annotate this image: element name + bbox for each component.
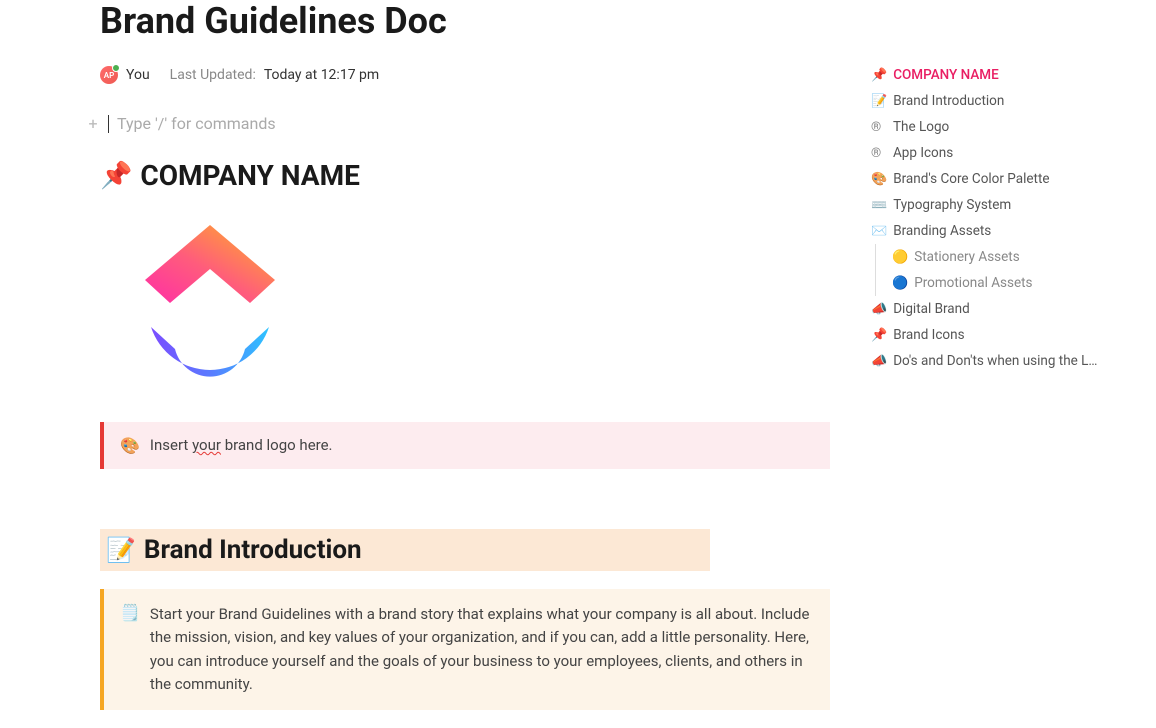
notepad-icon: 🗒️ bbox=[120, 603, 140, 622]
outline-item-label: The Logo bbox=[893, 119, 949, 135]
logo-callout-text: Insert your brand logo here. bbox=[150, 436, 333, 454]
outline-item-icon: ® bbox=[871, 120, 887, 135]
outline-item-label: Do's and Don'ts when using the L… bbox=[893, 353, 1097, 369]
section-brand-intro-title: Brand Introduction bbox=[144, 535, 362, 565]
outline-item-icon: 📣 bbox=[871, 302, 887, 317]
plus-icon[interactable]: + bbox=[86, 114, 100, 133]
outline-item-3[interactable]: ® App Icons bbox=[871, 140, 1141, 166]
updated-label: Last Updated: bbox=[170, 67, 256, 83]
outline-item-label: Promotional Assets bbox=[914, 275, 1032, 291]
author-avatar[interactable]: AP bbox=[100, 66, 118, 84]
outline-item-icon: 📌 bbox=[871, 328, 887, 343]
outline-item-icon: 🔵 bbox=[892, 276, 908, 291]
updated-time: Today at 12:17 pm bbox=[264, 67, 379, 83]
brand-intro-callout-text: Start your Brand Guidelines with a brand… bbox=[150, 603, 814, 696]
author-label: You bbox=[126, 67, 150, 83]
outline-item-icon: ⌨️ bbox=[871, 198, 887, 213]
outline-item-label: COMPANY NAME bbox=[893, 67, 999, 83]
outline-item-4[interactable]: 🎨 Brand's Core Color Palette bbox=[871, 166, 1141, 192]
section-brand-intro-heading[interactable]: 📝 Brand Introduction bbox=[100, 529, 710, 571]
command-input-row[interactable]: + Type '/' for commands bbox=[86, 114, 830, 133]
brand-intro-callout[interactable]: 🗒️ Start your Brand Guidelines with a br… bbox=[100, 589, 830, 710]
outline-item-11[interactable]: 📣 Do's and Don'ts when using the L… bbox=[871, 348, 1141, 374]
outline-item-label: Digital Brand bbox=[893, 301, 970, 317]
outline-item-7[interactable]: 🟡 Stationery Assets bbox=[875, 244, 1141, 270]
outline-item-icon: 📌 bbox=[871, 68, 887, 83]
main-content: Brand Guidelines Doc AP You Last Updated… bbox=[100, 0, 830, 710]
outline-item-6[interactable]: ✉️ Branding Assets bbox=[871, 218, 1141, 244]
pin-icon: 📌 bbox=[100, 161, 132, 191]
logo-arrow-icon bbox=[145, 225, 275, 303]
outline-item-5[interactable]: ⌨️ Typography System bbox=[871, 192, 1141, 218]
text-cursor bbox=[108, 115, 109, 133]
outline-item-1[interactable]: 📝 Brand Introduction bbox=[871, 88, 1141, 114]
outline-item-label: Branding Assets bbox=[893, 223, 991, 239]
outline-item-icon: ✉️ bbox=[871, 224, 887, 239]
outline-item-label: Stationery Assets bbox=[914, 249, 1020, 265]
outline-item-label: App Icons bbox=[893, 145, 953, 161]
command-placeholder: Type '/' for commands bbox=[117, 114, 276, 133]
outline-item-label: Brand's Core Color Palette bbox=[893, 171, 1049, 187]
outline-item-label: Brand Introduction bbox=[893, 93, 1004, 109]
outline-item-10[interactable]: 📌 Brand Icons bbox=[871, 322, 1141, 348]
section-company-name-title: COMPANY NAME bbox=[140, 159, 360, 192]
outline-item-icon: ® bbox=[871, 146, 887, 161]
logo-callout[interactable]: 🎨 Insert your brand logo here. bbox=[100, 422, 830, 469]
outline-item-0[interactable]: 📌 COMPANY NAME bbox=[871, 62, 1141, 88]
outline-item-icon: 🎨 bbox=[871, 172, 887, 187]
outline-sidebar: 📌 COMPANY NAME 📝 Brand Introduction ® The Log… bbox=[871, 62, 1141, 374]
outline-item-8[interactable]: 🔵 Promotional Assets bbox=[875, 270, 1141, 296]
brand-logo bbox=[140, 218, 280, 388]
logo-smile-icon bbox=[145, 321, 275, 381]
memo-icon: 📝 bbox=[106, 536, 136, 564]
outline-item-icon: 📝 bbox=[871, 94, 887, 109]
outline-item-label: Typography System bbox=[893, 197, 1011, 213]
outline-item-2[interactable]: ® The Logo bbox=[871, 114, 1141, 140]
outline-item-icon: 🟡 bbox=[892, 250, 908, 265]
outline-item-label: Brand Icons bbox=[893, 327, 964, 343]
outline-item-icon: 📣 bbox=[871, 354, 887, 369]
outline-item-9[interactable]: 📣 Digital Brand bbox=[871, 296, 1141, 322]
doc-title: Brand Guidelines Doc bbox=[100, 0, 830, 42]
section-company-name-heading[interactable]: 📌 COMPANY NAME bbox=[100, 159, 830, 192]
doc-meta: AP You Last Updated: Today at 12:17 pm bbox=[100, 66, 830, 84]
palette-icon: 🎨 bbox=[120, 436, 140, 455]
